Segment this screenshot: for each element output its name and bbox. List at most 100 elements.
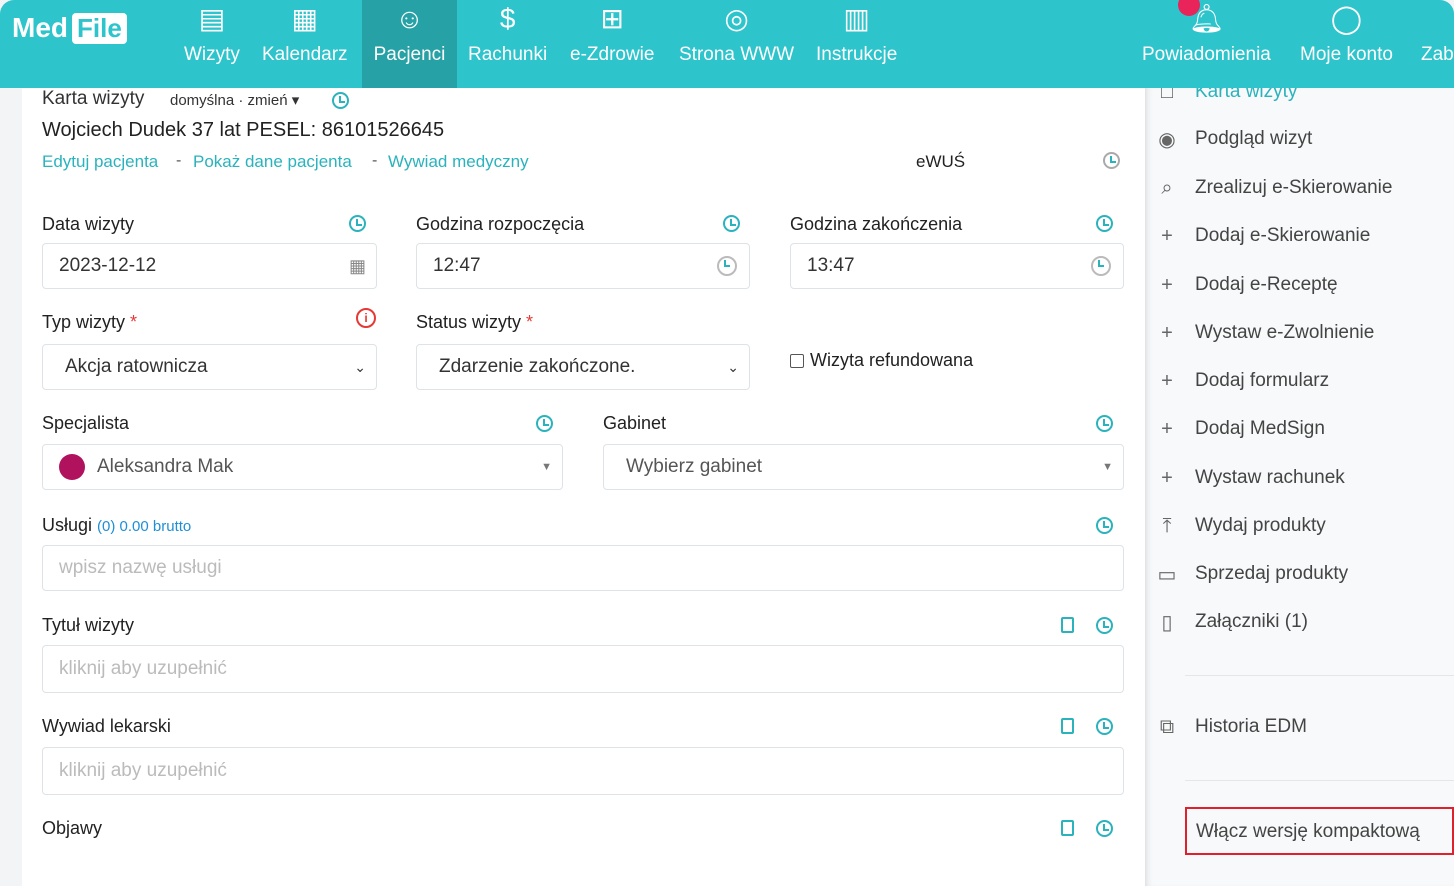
plus-icon: + (1161, 369, 1173, 392)
required-mark: * (526, 312, 534, 332)
caret-down-icon: ▼ (1102, 461, 1113, 473)
compact-version-button[interactable]: Włącz wersję kompaktową (1185, 807, 1454, 855)
sidebar-item-sprzedaj-produkty[interactable]: ▭ Sprzedaj produkty (1158, 563, 1349, 586)
chevron-down-icon: ⌄ (354, 358, 366, 375)
logo[interactable]: Med File (12, 12, 127, 44)
nav-label: Wizyty (184, 44, 240, 65)
sidebar-item-label: Wydaj produkty (1195, 515, 1326, 536)
clock-icon[interactable] (1096, 617, 1113, 634)
nav-zab[interactable]: Zab (1411, 0, 1454, 88)
clock-icon[interactable] (349, 215, 366, 232)
clock-icon (1091, 256, 1111, 276)
specialist-select[interactable]: Aleksandra Mak ▼ (42, 444, 563, 490)
nav-strona-www[interactable]: ◎ Strona WWW (669, 0, 804, 88)
template-switch[interactable]: domyślna · zmień ▾ (170, 91, 299, 109)
chevron-down-icon: ⌄ (727, 358, 739, 375)
visit-title-placeholder: kliknij aby uzupełnić (59, 658, 227, 679)
sidebar-item-label: Historia EDM (1195, 716, 1307, 737)
room-select[interactable]: Wybierz gabinet ▼ (603, 444, 1124, 490)
info-icon[interactable]: i (356, 308, 376, 328)
nav-wizyty[interactable]: ▤ Wizyty (174, 0, 250, 88)
specialist-color-dot (59, 454, 85, 480)
visit-type-select[interactable]: Akcja ratownicza ⌄ (42, 344, 377, 390)
nav-label: e-Zdrowie (570, 44, 655, 65)
refund-checkbox-row[interactable]: Wizyta refundowana (790, 350, 973, 371)
sidebar-item-label: Załączniki (1) (1195, 611, 1308, 632)
clock-icon[interactable] (1096, 517, 1113, 534)
nav-moje-konto[interactable]: ◯ Moje konto (1290, 0, 1403, 88)
medical-plus-icon: ⊞ (600, 3, 624, 34)
interview-label: Wywiad lekarski (42, 716, 171, 736)
show-patient-link[interactable]: Pokaż dane pacjenta (193, 152, 352, 172)
room-placeholder: Wybierz gabinet (626, 456, 763, 477)
end-time-input[interactable]: 13:47 (790, 243, 1124, 289)
clock-icon[interactable] (1096, 718, 1113, 735)
caret-down-icon: ▼ (541, 461, 552, 473)
sidebar-item-label: Wystaw e-Zwolnienie (1195, 322, 1375, 343)
sidebar-item-zalaczniki[interactable]: ▯ Załączniki (1) (1161, 611, 1308, 634)
nav-label: Zab (1421, 44, 1454, 65)
clock-icon[interactable] (723, 215, 740, 232)
start-time-input[interactable]: 12:47 (416, 243, 750, 289)
plus-icon: + (1161, 417, 1173, 440)
clock-icon[interactable] (1096, 215, 1113, 232)
end-time-label: Godzina zakończenia (790, 214, 963, 234)
clock-icon[interactable] (332, 92, 349, 109)
logo-text: Med (12, 12, 68, 43)
document-icon[interactable] (1061, 718, 1074, 734)
sidebar-item-dodaj-e-skierowanie[interactable]: + Dodaj e-Skierowanie (1161, 225, 1370, 247)
medical-interview-link[interactable]: Wywiad medyczny (388, 152, 529, 172)
start-time-value: 12:47 (433, 255, 481, 276)
card-title: Karta wizyty (42, 88, 145, 109)
divider (1185, 675, 1454, 676)
ewus-label[interactable]: eWUŚ (916, 152, 965, 172)
calendar-icon[interactable]: ▦ (349, 256, 366, 277)
sidebar-item-zrealizuj-e-skierowanie[interactable]: ⌕ Zrealizuj e-Skierowanie (1161, 177, 1392, 199)
visit-status-value: Zdarzenie zakończone. (439, 356, 636, 377)
date-input[interactable]: 2023-12-12 ▦ (42, 243, 377, 289)
nav-kalendarz[interactable]: ▦ Kalendarz (252, 0, 358, 88)
services-input[interactable]: wpisz nazwę usługi (42, 545, 1124, 591)
clock-icon[interactable] (1096, 415, 1113, 432)
services-label: Usługi (0) 0.00 brutto (42, 515, 191, 536)
template-label: domyślna · zmień (170, 92, 288, 109)
nav-instrukcje[interactable]: ▥ Instrukcje (806, 0, 907, 88)
clock-icon[interactable] (536, 415, 553, 432)
date-label: Data wizyty (42, 214, 135, 234)
nav-e-zdrowie[interactable]: ⊞ e-Zdrowie (560, 0, 664, 88)
sidebar-item-wydaj-produkty[interactable]: ⤒ Wydaj produkty (1163, 515, 1326, 537)
eye-icon: ◉ (1158, 128, 1176, 151)
refund-checkbox[interactable] (790, 353, 804, 368)
sidebar-item-dodaj-medsign[interactable]: + Dodaj MedSign (1161, 418, 1325, 440)
clock-icon (717, 256, 737, 276)
date-value: 2023-12-12 (59, 255, 157, 276)
nav-label: Moje konto (1300, 44, 1393, 65)
search-icon: ⌕ (1161, 176, 1173, 199)
sidebar-item-historia-edm[interactable]: ⧉ Historia EDM (1160, 716, 1307, 738)
sidebar-item-dodaj-formularz[interactable]: + Dodaj formularz (1161, 370, 1330, 392)
banknote-icon: ▭ (1157, 563, 1177, 586)
nav-pacjenci[interactable]: ☺ Pacjenci (362, 0, 457, 88)
separator: - (176, 152, 182, 169)
sidebar-item-label: Dodaj formularz (1195, 370, 1330, 391)
globe-icon: ◎ (724, 3, 749, 34)
nav-powiadomienia[interactable]: 🔔︎ Powiadomienia (1132, 0, 1281, 88)
users-icon: ☺ (395, 3, 424, 34)
nav-rachunki[interactable]: $ Rachunki (458, 0, 557, 88)
document-icon[interactable] (1061, 820, 1074, 836)
sidebar-item-dodaj-e-recepte[interactable]: + Dodaj e-Receptę (1161, 274, 1337, 296)
edit-patient-link[interactable]: Edytuj pacjenta (42, 152, 158, 172)
clock-icon[interactable] (1096, 820, 1113, 837)
file-copy-icon: ⧉ (1159, 715, 1175, 738)
document-icon[interactable] (1061, 617, 1074, 633)
plus-icon: + (1161, 224, 1173, 247)
sidebar-item-wystaw-e-zwolnienie[interactable]: + Wystaw e-Zwolnienie (1161, 322, 1375, 344)
nav-label: Kalendarz (262, 44, 348, 65)
visit-title-textarea[interactable]: kliknij aby uzupełnić (42, 645, 1124, 693)
sidebar-item-podglad-wizyt[interactable]: ◉ Podgląd wizyt (1158, 128, 1312, 151)
visit-status-select[interactable]: Zdarzenie zakończone. ⌄ (416, 344, 750, 390)
interview-textarea[interactable]: kliknij aby uzupełnić (42, 747, 1124, 795)
label-text: Status wizyty (416, 312, 522, 332)
services-placeholder: wpisz nazwę usługi (59, 557, 222, 578)
sidebar-item-wystaw-rachunek[interactable]: + Wystaw rachunek (1161, 467, 1345, 489)
